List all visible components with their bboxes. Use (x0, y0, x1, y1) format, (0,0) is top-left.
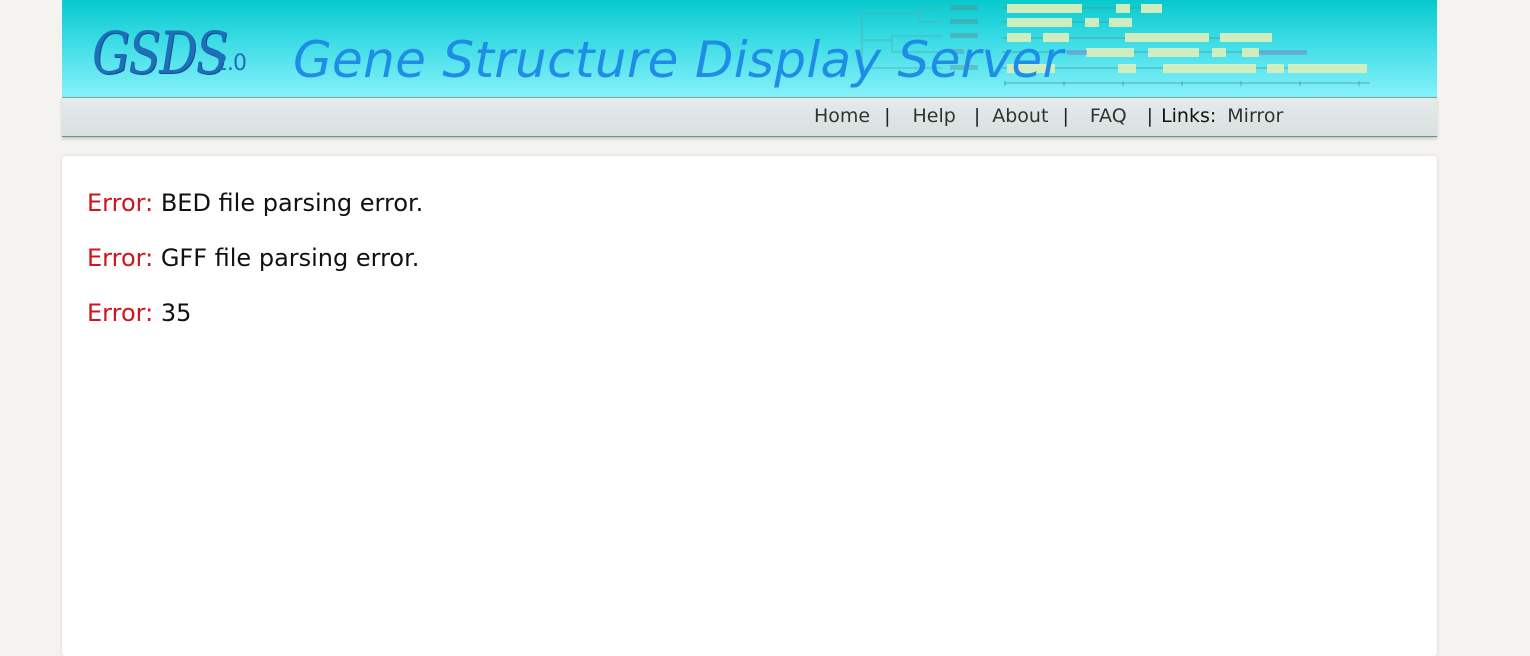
logo-text: GSDS (92, 19, 228, 87)
nav-help-link[interactable]: Help (913, 105, 956, 127)
error-message: Error: GFF file parsing error. (87, 243, 419, 273)
links-label: Links: (1161, 105, 1217, 127)
error-text: GFF file parsing error. (160, 244, 420, 272)
nav-separator: | (1146, 105, 1154, 127)
nav-home-link[interactable]: Home (814, 105, 870, 127)
nav-about-link[interactable]: About (992, 105, 1048, 127)
nav-separator: | (973, 105, 981, 127)
error-label: Error: (87, 244, 154, 272)
nav-mirror-link[interactable]: Mirror (1227, 105, 1283, 127)
error-text: 35 (160, 299, 192, 327)
error-text: BED file parsing error. (160, 189, 424, 217)
nav-separator: | (1062, 105, 1069, 127)
nav-links: Home | Help | About | FAQ | Links: Mirro… (814, 105, 1283, 127)
nav-faq-link[interactable]: FAQ (1090, 105, 1127, 127)
nav-bar: Home | Help | About | FAQ | Links: Mirro… (62, 97, 1437, 137)
error-label: Error: (87, 189, 154, 217)
header-banner: GSDS 2.0 Gene Structure Display Server (62, 0, 1437, 97)
logo-version: 2.0 (214, 51, 247, 76)
gsds-logo[interactable]: GSDS 2.0 (92, 20, 256, 82)
site-header: GSDS 2.0 Gene Structure Display Server H… (62, 0, 1437, 137)
site-title: Gene Structure Display Server (293, 31, 1064, 89)
error-label: Error: (87, 299, 154, 327)
error-message: Error: BED file parsing error. (87, 188, 423, 218)
nav-separator: | (884, 105, 891, 127)
error-message: Error: 35 (87, 298, 191, 328)
content-panel: Error: BED file parsing error. Error: GF… (62, 156, 1437, 656)
